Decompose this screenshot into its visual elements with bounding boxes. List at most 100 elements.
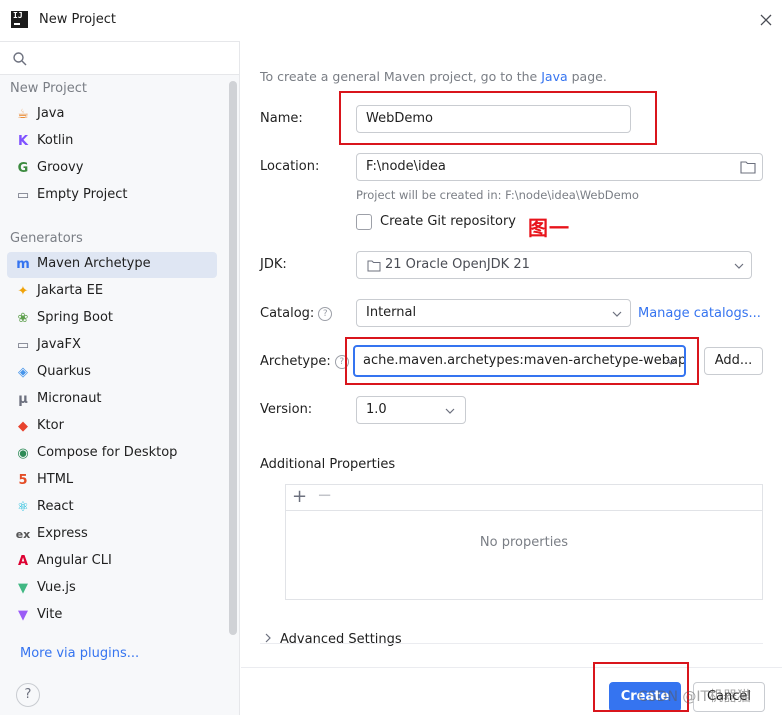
compose-icon: ◉ [17, 446, 29, 461]
sidebar-item-jakarta-ee[interactable]: ✦ Jakarta EE [7, 279, 217, 305]
sidebar-item-label: Quarkus [37, 364, 91, 379]
sidebar-item-groovy[interactable]: G Groovy [7, 156, 217, 182]
properties-table: + − No properties [285, 484, 763, 600]
maven-icon: m [16, 257, 30, 272]
sidebar-item-label: Spring Boot [37, 310, 114, 325]
kotlin-icon: K [17, 134, 29, 149]
sidebar-item-label: Express [37, 526, 88, 541]
manage-catalogs-link[interactable]: Manage catalogs... [638, 306, 761, 321]
sidebar-item-angular-cli[interactable]: A Angular CLI [7, 549, 217, 575]
sidebar-item-label: React [37, 499, 74, 514]
catalog-label: Catalog:? [260, 306, 333, 321]
new-project-header: New Project [10, 81, 87, 96]
angular-icon: A [17, 554, 29, 569]
sidebar-item-label: Java [37, 106, 65, 121]
no-properties-text: No properties [479, 535, 569, 550]
express-icon: ex [15, 528, 31, 541]
sidebar-item-html[interactable]: 5 HTML [7, 468, 217, 494]
sidebar-scrollbar[interactable] [229, 81, 237, 635]
annotation-box-archetype [345, 337, 699, 385]
sidebar-item-label: Jakarta EE [37, 283, 104, 298]
main-panel: To create a general Maven project, go to… [241, 41, 782, 715]
java-cup-icon: ☕ [17, 107, 29, 122]
vue-icon: ▼ [18, 581, 28, 596]
folder-icon[interactable] [740, 160, 756, 174]
add-property-icon[interactable]: + [292, 486, 307, 507]
sidebar-item-label: Maven Archetype [37, 256, 151, 271]
sidebar-item-react[interactable]: ⚛ React [7, 495, 217, 521]
sidebar-item-label: HTML [37, 472, 74, 487]
sidebar-item-label: Vite [37, 607, 63, 622]
vite-icon: ▼ [18, 608, 28, 623]
location-label: Location: [260, 159, 320, 174]
location-note: Project will be created in: F:\node\idea… [356, 188, 639, 202]
hint-text: To create a general Maven project, go to… [260, 69, 542, 84]
micronaut-icon: μ [18, 392, 28, 407]
jdk-value: 21 Oracle OpenJDK 21 [385, 257, 530, 272]
sidebar-item-java[interactable]: ☕ Java [7, 102, 217, 128]
jdk-select[interactable]: 21 Oracle OpenJDK 21 [356, 251, 752, 279]
annotation-label: 图一 [528, 216, 570, 240]
sidebar-item-vite[interactable]: ▼ Vite [7, 603, 217, 629]
sidebar-item-spring-boot[interactable]: ❀ Spring Boot [7, 306, 217, 332]
sidebar-item-kotlin[interactable]: K Kotlin [7, 129, 217, 155]
remove-property-icon[interactable]: − [317, 485, 332, 506]
more-via-plugins-link[interactable]: More via plugins... [20, 646, 139, 661]
catalog-select[interactable]: Internal [356, 299, 631, 327]
jakarta-ee-icon: ✦ [17, 284, 29, 299]
chevron-down-icon [445, 408, 455, 414]
additional-properties-title: Additional Properties [260, 457, 396, 472]
intellij-logo-icon: IJ [11, 11, 28, 28]
create-git-checkbox[interactable] [356, 214, 372, 230]
sidebar-item-ktor[interactable]: ◆ Ktor [7, 414, 217, 440]
sidebar: New Project ☕ Java K Kotlin G Groovy ▭ Empty Pr… [0, 41, 240, 715]
sidebar-item-label: Compose for Desktop [37, 445, 178, 460]
version-value: 1.0 [366, 402, 387, 417]
version-select[interactable]: 1.0 [356, 396, 466, 424]
sidebar-item-javafx[interactable]: ▭ JavaFX [7, 333, 217, 359]
groovy-icon: G [17, 161, 29, 176]
html5-icon: 5 [18, 473, 28, 488]
window-title: New Project [39, 12, 116, 27]
sidebar-item-label: Empty Project [37, 187, 128, 202]
footer-separator [241, 667, 782, 668]
archetype-label: Archetype:? [260, 354, 349, 369]
sidebar-item-compose-for-desktop[interactable]: ◉ Compose for Desktop [7, 441, 217, 467]
folder-icon: ▭ [16, 188, 30, 203]
catalog-help-icon[interactable]: ? [318, 307, 333, 321]
sidebar-item-vue-js[interactable]: ▼ Vue.js [7, 576, 217, 602]
jdk-folder-icon [367, 260, 381, 272]
search-input[interactable] [0, 41, 239, 75]
advanced-settings-toggle[interactable]: Advanced Settings [280, 632, 402, 647]
quarkus-icon: ◈ [18, 365, 28, 380]
help-button[interactable]: ? [16, 683, 40, 707]
generators-header: Generators [10, 231, 83, 246]
sidebar-item-quarkus[interactable]: ◈ Quarkus [7, 360, 217, 386]
properties-toolbar: + − [286, 485, 762, 511]
sidebar-item-empty-project[interactable]: ▭ Empty Project [7, 183, 217, 209]
sidebar-item-label: Groovy [37, 160, 84, 175]
archetype-label-text: Archetype: [260, 354, 331, 369]
sidebar-item-label: Vue.js [37, 580, 76, 595]
location-value: F:\node\idea [366, 159, 446, 174]
sidebar-item-express[interactable]: ex Express [7, 522, 217, 548]
chevron-down-icon [734, 263, 744, 269]
react-icon: ⚛ [17, 500, 29, 515]
logo-text: IJ [13, 11, 23, 20]
sidebar-item-label: Micronaut [37, 391, 102, 406]
catalog-value: Internal [366, 305, 417, 320]
maven-hint: To create a general Maven project, go to… [260, 69, 607, 84]
close-icon[interactable] [755, 9, 777, 31]
hint-suffix: page. [567, 69, 607, 84]
sidebar-item-micronaut[interactable]: μ Micronaut [7, 387, 217, 413]
ktor-icon: ◆ [18, 419, 28, 434]
search-icon [13, 52, 27, 66]
sidebar-item-maven-archetype[interactable]: m Maven Archetype [7, 252, 217, 278]
chevron-down-icon [612, 311, 622, 317]
java-page-link[interactable]: Java [541, 69, 567, 84]
add-archetype-button[interactable]: Add... [704, 347, 763, 375]
title-bar: IJ New Project [0, 0, 782, 41]
annotation-box-name [339, 91, 657, 145]
location-field[interactable]: F:\node\idea [356, 153, 763, 181]
chevron-right-icon[interactable] [263, 633, 273, 643]
